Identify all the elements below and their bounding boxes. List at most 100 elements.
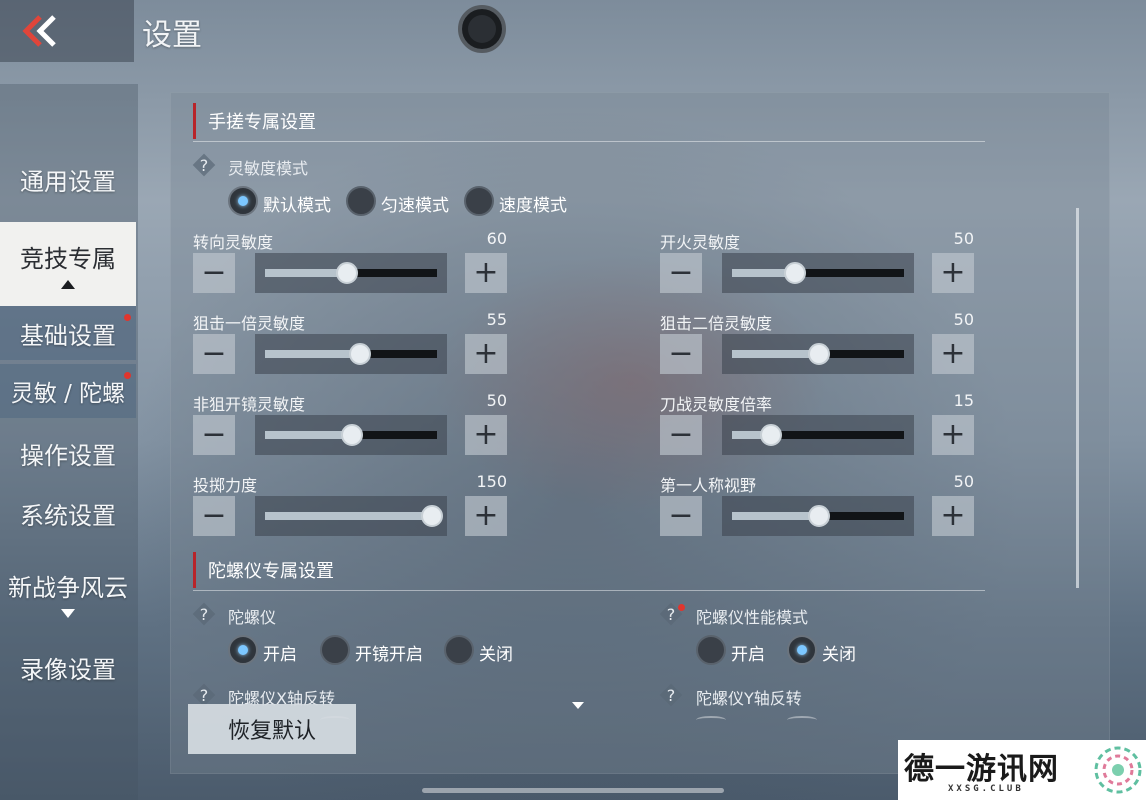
- back-button[interactable]: [0, 0, 134, 62]
- increase-sniper-1x-button[interactable]: +: [465, 334, 507, 374]
- fire-slider[interactable]: [722, 253, 914, 293]
- notification-dot-icon: [678, 604, 685, 611]
- increase-melee-button[interactable]: +: [932, 415, 974, 455]
- gyro-y-invert-label: 陀螺仪Y轴反转: [696, 689, 802, 708]
- slider-label: 投掷力度: [193, 476, 258, 495]
- section-header-handheld: 手搓专属设置: [193, 103, 316, 139]
- help-icon[interactable]: ?: [660, 684, 682, 706]
- section-divider: [193, 590, 985, 591]
- slider-value: 50: [486, 391, 507, 410]
- help-icon[interactable]: ?: [193, 154, 215, 176]
- slider-track: [732, 505, 904, 527]
- sniper-1x-slider[interactable]: [255, 334, 447, 374]
- page-title: 设置: [142, 18, 202, 53]
- increase-fov-button[interactable]: +: [932, 496, 974, 536]
- camera-cutout: [458, 5, 506, 53]
- home-indicator: [422, 788, 724, 793]
- slider-track: [265, 505, 443, 527]
- increase-turn-button[interactable]: +: [465, 253, 507, 293]
- fov-slider[interactable]: [722, 496, 914, 536]
- radio-label: 开镜开启: [355, 645, 423, 665]
- slider-fill: [732, 512, 814, 520]
- slider-label: 狙击一倍灵敏度: [193, 314, 306, 333]
- increase-scope-button[interactable]: +: [465, 415, 507, 455]
- sniper-2x-slider[interactable]: [722, 334, 914, 374]
- watermark-domain: XXSG.CLUB: [948, 784, 1024, 794]
- radio-gyro-off[interactable]: [444, 635, 474, 665]
- slider-handle[interactable]: [341, 424, 363, 446]
- help-icon[interactable]: ?: [193, 603, 215, 625]
- slider-value: 50: [953, 229, 974, 248]
- sidebar-item-competitive[interactable]: 竞技专属: [0, 222, 136, 306]
- throw-slider[interactable]: [255, 496, 447, 536]
- sidebar-item-basic[interactable]: 基础设置: [0, 306, 136, 360]
- sidebar-item-label: 通用设置: [20, 167, 116, 196]
- sidebar-item-sensitivity-gyro[interactable]: 灵敏 / 陀螺: [0, 364, 136, 418]
- melee-slider[interactable]: [722, 415, 914, 455]
- sidebar-item-new-war[interactable]: 新战争风云: [0, 556, 136, 630]
- slider-fill: [265, 350, 356, 358]
- decrease-fov-button[interactable]: −: [660, 496, 702, 536]
- decrease-scope-button[interactable]: −: [193, 415, 235, 455]
- gyro-label: 陀螺仪: [228, 608, 277, 627]
- slider-label: 第一人称视野: [660, 476, 757, 495]
- restore-default-button[interactable]: 恢复默认: [188, 704, 356, 754]
- radio-speed-mode[interactable]: [464, 186, 494, 216]
- help-icon[interactable]: ?: [193, 684, 215, 706]
- radio-partial[interactable]: [696, 716, 726, 724]
- sidebar-item-label: 基础设置: [20, 321, 116, 350]
- slider-label: 转向灵敏度: [193, 233, 274, 252]
- decrease-melee-button[interactable]: −: [660, 415, 702, 455]
- radio-label: 速度模式: [499, 196, 567, 216]
- slider-track: [732, 424, 904, 446]
- increase-throw-button[interactable]: +: [465, 496, 507, 536]
- slider-value: 15: [953, 391, 974, 410]
- section-header-gyro: 陀螺仪专属设置: [193, 552, 334, 588]
- slider-fill: [265, 269, 343, 277]
- sidebar-item-label: 竞技专属: [20, 245, 116, 273]
- scope-slider[interactable]: [255, 415, 447, 455]
- watermark-logo-icon: [1094, 746, 1142, 794]
- sidebar-item-general[interactable]: 通用设置: [0, 152, 136, 206]
- radio-label: 默认模式: [263, 196, 331, 216]
- radio-partial[interactable]: [787, 716, 817, 724]
- sidebar-item-label: 灵敏 / 陀螺: [10, 381, 126, 407]
- radio-perf-off[interactable]: [787, 635, 817, 665]
- increase-sniper-2x-button[interactable]: +: [932, 334, 974, 374]
- sidebar-item-controls[interactable]: 操作设置: [0, 426, 136, 480]
- increase-fire-button[interactable]: +: [932, 253, 974, 293]
- radio-label: 匀速模式: [381, 196, 449, 216]
- slider-value: 60: [486, 229, 507, 248]
- scrollbar[interactable]: [1076, 208, 1079, 588]
- sensitivity-mode-label: 灵敏度模式: [228, 159, 309, 178]
- caret-down-icon: [572, 702, 584, 709]
- slider-track: [732, 262, 904, 284]
- sidebar-item-system[interactable]: 系统设置: [0, 486, 136, 540]
- slider-fill: [265, 512, 429, 520]
- radio-gyro-scope-on[interactable]: [320, 635, 350, 665]
- slider-label: 狙击二倍灵敏度: [660, 314, 773, 333]
- radio-uniform-mode[interactable]: [346, 186, 376, 216]
- slider-handle[interactable]: [808, 343, 830, 365]
- slider-handle[interactable]: [421, 505, 443, 527]
- sidebar-item-label: 操作设置: [20, 441, 116, 470]
- sidebar-item-replay[interactable]: 录像设置: [0, 640, 136, 694]
- slider-value: 50: [953, 310, 974, 329]
- slider-handle[interactable]: [808, 505, 830, 527]
- slider-label: 开火灵敏度: [660, 233, 741, 252]
- decrease-sniper-2x-button[interactable]: −: [660, 334, 702, 374]
- decrease-throw-button[interactable]: −: [193, 496, 235, 536]
- turn-slider[interactable]: [255, 253, 447, 293]
- decrease-fire-button[interactable]: −: [660, 253, 702, 293]
- decrease-turn-button[interactable]: −: [193, 253, 235, 293]
- radio-gyro-on[interactable]: [228, 635, 258, 665]
- slider-handle[interactable]: [760, 424, 782, 446]
- slider-handle[interactable]: [336, 262, 359, 284]
- decrease-sniper-1x-button[interactable]: −: [193, 334, 235, 374]
- slider-handle[interactable]: [349, 343, 371, 365]
- slider-label: 刀战灵敏度倍率: [660, 395, 773, 414]
- radio-default-mode[interactable]: [228, 186, 258, 216]
- radio-perf-on[interactable]: [696, 635, 726, 665]
- caret-down-icon: [61, 609, 75, 618]
- slider-handle[interactable]: [784, 262, 806, 284]
